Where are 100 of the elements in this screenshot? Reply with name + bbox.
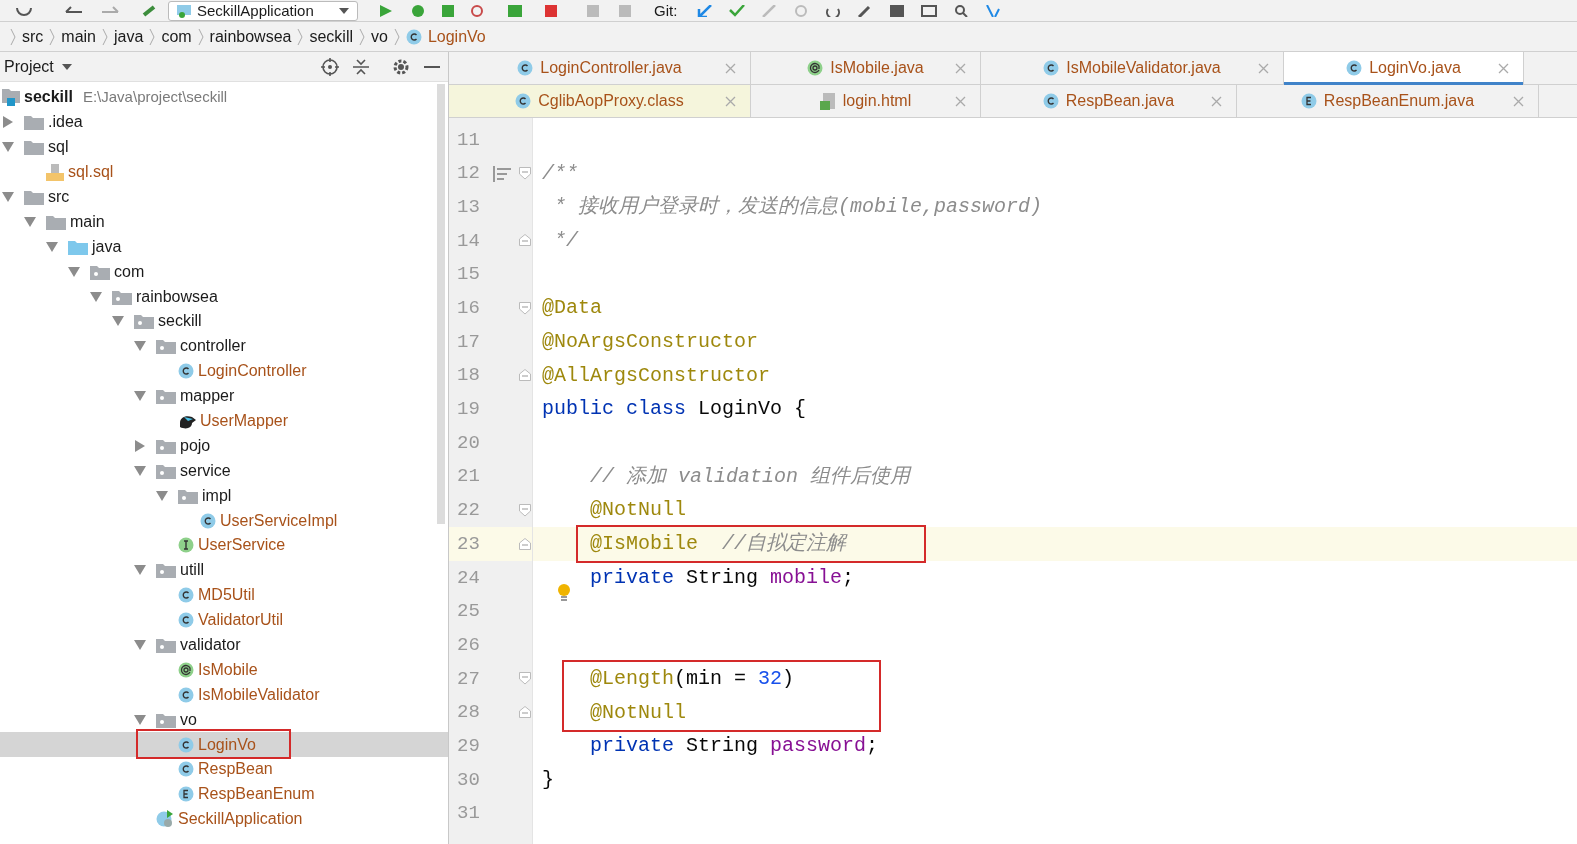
update-arrow-icon[interactable] [697, 4, 714, 17]
scrollbar-thumb[interactable] [437, 84, 445, 524]
expanded-arrow-icon[interactable] [134, 390, 146, 403]
code-line: /** [542, 160, 578, 187]
expanded-arrow-icon[interactable] [134, 340, 146, 353]
close-icon[interactable] [1498, 62, 1509, 74]
panel-title[interactable]: Project [0, 54, 54, 79]
expanded-arrow-icon[interactable] [112, 315, 124, 328]
fold-end-icon[interactable] [519, 234, 531, 248]
editor-tab[interactable]: LoginVo.java [1284, 52, 1524, 84]
tree-item[interactable]: sql.sql [0, 159, 448, 185]
expanded-arrow-icon[interactable] [68, 265, 80, 278]
close-icon[interactable] [725, 95, 736, 107]
expanded-arrow-icon[interactable] [134, 464, 146, 477]
close-icon[interactable] [1513, 95, 1524, 107]
breadcrumb-item[interactable]: com [161, 24, 192, 49]
expanded-arrow-icon[interactable] [134, 713, 146, 726]
lightbulb-icon[interactable] [557, 583, 571, 603]
tree-item[interactable]: seckill [0, 309, 448, 334]
tree-item[interactable]: validator [0, 632, 448, 658]
rendered-doc-icon[interactable] [493, 165, 511, 182]
code-line: * 接收用户登录时，发送的信息(mobile,password) [553, 194, 1043, 221]
breadcrumb-item[interactable]: seckill [309, 24, 353, 49]
tree-item[interactable]: LoginController [0, 358, 448, 384]
close-icon[interactable] [955, 62, 966, 74]
expanded-arrow-icon[interactable] [2, 141, 14, 154]
editor-tab[interactable]: CglibAopProxy.class [449, 85, 751, 117]
stop-icon[interactable] [544, 4, 560, 17]
expanded-arrow-icon[interactable] [134, 639, 146, 652]
collapse-all-icon[interactable] [352, 57, 370, 76]
profiler-icon[interactable] [470, 4, 486, 17]
tree-item[interactable]: LoginVo [0, 732, 448, 758]
back-arrow-icon[interactable] [64, 5, 84, 16]
fold-end-icon[interactable] [519, 369, 531, 383]
breadcrumb-item[interactable]: src [22, 24, 44, 49]
expanded-arrow-icon[interactable] [156, 489, 168, 502]
tree-item[interactable]: UserService [0, 533, 448, 558]
tree-item[interactable]: MD5Util [0, 582, 448, 608]
fold-start-icon[interactable] [519, 672, 531, 686]
run-icon[interactable] [378, 4, 394, 17]
tree-item[interactable]: controller [0, 333, 448, 359]
run-configuration-dropdown[interactable]: SeckillApplication [168, 0, 358, 21]
fold-start-icon[interactable] [519, 503, 531, 517]
tree-item[interactable]: impl [0, 483, 448, 509]
expanded-arrow-icon[interactable] [134, 564, 146, 577]
tree-item[interactable]: mapper [0, 383, 448, 409]
tree-item[interactable]: pojo [0, 433, 448, 459]
tree-item[interactable]: RespBeanEnum [0, 781, 448, 807]
refresh-icon[interactable] [14, 5, 34, 16]
collapsed-arrow-icon[interactable] [2, 116, 14, 129]
locate-icon[interactable] [321, 57, 339, 76]
tree-item[interactable]: .idea [0, 109, 448, 135]
tree-item[interactable]: src [0, 184, 448, 210]
expanded-arrow-icon[interactable] [46, 240, 58, 253]
tree-item[interactable]: java [0, 234, 448, 260]
line-number: 23 [456, 531, 481, 557]
close-icon[interactable] [1211, 95, 1222, 107]
tree-item[interactable]: RespBean [0, 757, 448, 782]
breadcrumb-item[interactable]: main [61, 24, 96, 49]
tree-item[interactable]: seckill E:\Java\project\seckill [0, 85, 448, 110]
close-icon[interactable] [725, 62, 736, 74]
tree-item[interactable]: ValidatorUtil [0, 607, 448, 633]
interface-icon [178, 537, 194, 554]
line-number: 11 [456, 127, 481, 153]
tree-item[interactable]: vo [0, 707, 448, 733]
breadcrumb-item[interactable]: rainbowsea [209, 24, 292, 49]
tree-item[interactable]: service [0, 458, 448, 484]
presentation-icon[interactable] [921, 4, 938, 17]
fold-start-icon[interactable] [519, 167, 531, 181]
checkmark-icon[interactable] [729, 4, 746, 17]
folder-icon [24, 189, 44, 205]
bug-icon[interactable] [410, 4, 426, 17]
tree-item[interactable]: rainbowsea [0, 284, 448, 309]
settings-icon[interactable] [392, 57, 410, 76]
breadcrumb-item[interactable]: LoginVo [405, 24, 486, 49]
expanded-arrow-icon[interactable] [90, 290, 102, 303]
tree-item[interactable]: SeckillApplication [0, 806, 448, 832]
close-icon[interactable] [955, 95, 966, 107]
collapsed-arrow-icon[interactable] [134, 439, 146, 452]
tree-item[interactable]: sql [0, 134, 448, 160]
code-line: @Data [542, 295, 602, 322]
tree-item[interactable]: utill [0, 557, 448, 583]
fold-end-icon[interactable] [519, 706, 531, 720]
search-icon[interactable] [953, 4, 970, 17]
breadcrumb-item[interactable]: vo [371, 24, 388, 49]
expanded-arrow-icon[interactable] [2, 191, 14, 203]
close-icon[interactable] [1258, 62, 1269, 74]
chevron-icon [149, 28, 156, 45]
tree-item[interactable]: com [0, 259, 448, 285]
tree-item[interactable]: main [0, 209, 448, 235]
expanded-arrow-icon[interactable] [24, 215, 36, 228]
dropdown-caret-icon[interactable] [61, 63, 72, 70]
line-number: 30 [456, 767, 481, 793]
tree-item[interactable]: IsMobileValidator [0, 682, 448, 708]
fold-end-icon[interactable] [519, 537, 531, 551]
tree-item[interactable]: UserMapper [0, 408, 448, 434]
tree-item[interactable]: UserServiceImpl [0, 508, 448, 534]
fold-start-icon[interactable] [519, 301, 531, 315]
tree-item[interactable]: IsMobile [0, 657, 448, 683]
breadcrumb-item[interactable]: java [114, 24, 144, 49]
